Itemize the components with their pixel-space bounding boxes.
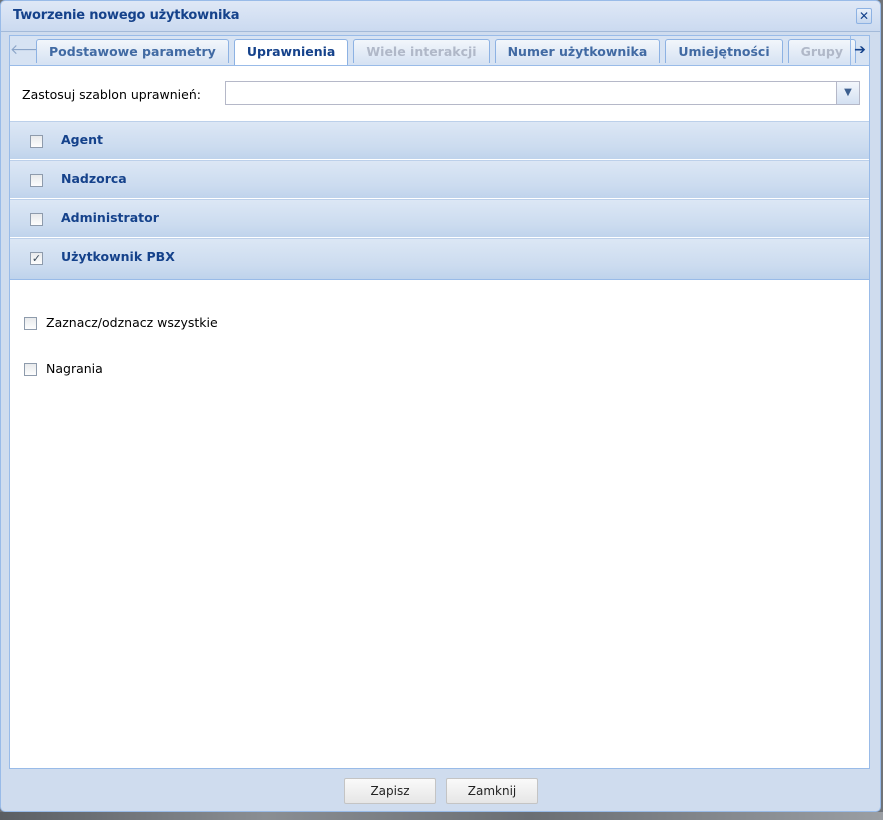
dialog-title: Tworzenie nowego użytkownika [13, 8, 240, 23]
group-nadzorca-checkbox[interactable] [30, 174, 43, 187]
template-label: Zastosuj szablon uprawnień: [22, 87, 201, 102]
group-label: Nadzorca [61, 171, 127, 186]
select-all-checkbox[interactable] [24, 317, 37, 330]
group-agent[interactable]: Agent [10, 121, 869, 160]
arrow-left-icon[interactable]: 🡐 [10, 36, 48, 65]
dialog-footer: Zapisz Zamknij [9, 769, 870, 809]
recordings-label: Nagrania [46, 361, 103, 376]
group-nadzorca[interactable]: Nadzorca [10, 160, 869, 199]
recordings-checkbox[interactable] [24, 363, 37, 376]
tab-wiele-interakcji: Wiele interakcji [353, 39, 490, 63]
tab-strip: 🡐 Podstawowe parametry Uprawnienia Wiele i… [9, 35, 870, 65]
template-row: Zastosuj szablon uprawnień: ▼ [10, 78, 869, 106]
save-button[interactable]: Zapisz [344, 778, 436, 804]
tab-numer-uzytkownika[interactable]: Numer użytkownika [494, 39, 661, 63]
tab-list: Podstawowe parametry Uprawnienia Wiele int… [36, 39, 861, 65]
background-strip [0, 812, 883, 820]
permission-groups: Agent Nadzorca Administrator ✓ Użytkowni… [10, 121, 869, 280]
chevron-down-icon[interactable]: ▼ [836, 82, 859, 104]
create-user-dialog: Tworzenie nowego użytkownika ✕ 🡐 Podstaw… [0, 0, 881, 812]
group-agent-checkbox[interactable] [30, 135, 43, 148]
group-uzytkownik-pbx-checkbox[interactable]: ✓ [30, 252, 43, 265]
group-label: Agent [61, 132, 103, 147]
group-administrator-checkbox[interactable] [30, 213, 43, 226]
template-combobox[interactable]: ▼ [225, 81, 860, 105]
dialog-titlebar[interactable]: Tworzenie nowego użytkownika ✕ [1, 1, 880, 32]
group-uzytkownik-pbx[interactable]: ✓ Użytkownik PBX [10, 238, 869, 280]
select-all-label: Zaznacz/odznacz wszystkie [46, 315, 218, 330]
arrow-right-icon[interactable]: ➔ [850, 36, 869, 65]
tab-uprawnienia[interactable]: Uprawnienia [233, 39, 349, 65]
group-label: Administrator [61, 210, 159, 225]
tab-umiejetnosci[interactable]: Umiejętności [665, 39, 783, 63]
permissions-panel: Zastosuj szablon uprawnień: ▼ Agent Nadz… [9, 65, 870, 769]
group-administrator[interactable]: Administrator [10, 199, 869, 238]
tab-grupy: Grupy [787, 39, 857, 63]
close-icon[interactable]: ✕ [856, 8, 872, 24]
group-label: Użytkownik PBX [61, 249, 175, 264]
close-button[interactable]: Zamknij [446, 778, 538, 804]
tab-podstawowe-parametry[interactable]: Podstawowe parametry [36, 39, 229, 63]
